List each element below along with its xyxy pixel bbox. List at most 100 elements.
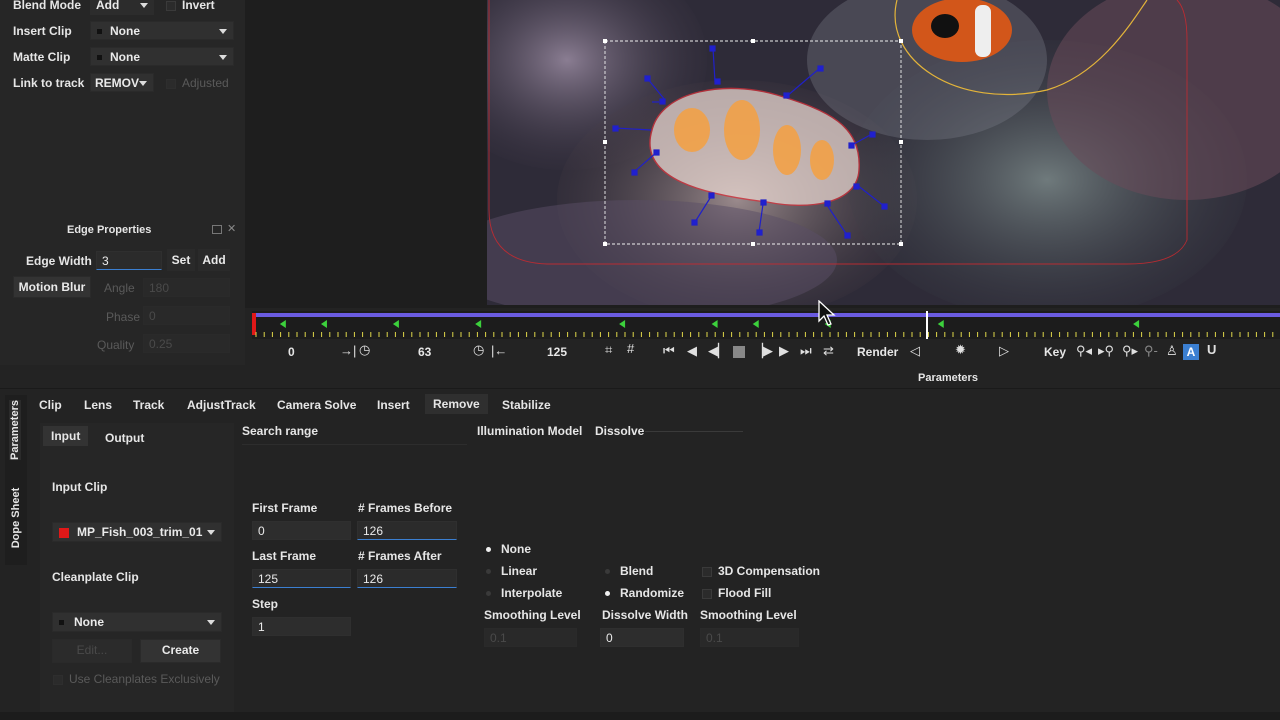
viewer-canvas[interactable] [487,0,1280,305]
loop-icon[interactable]: ⇄ [823,343,834,359]
keyframe-marker[interactable] [937,320,944,328]
radio-none[interactable]: None [486,542,531,556]
illumination-smoothing-field[interactable]: 0.1 [484,628,577,647]
add-button[interactable]: Add [198,249,230,271]
current-frame-label: 63 [418,345,432,359]
render-backward-icon[interactable]: ◁ [910,343,920,359]
tab-camera-solve[interactable]: Camera Solve [269,395,364,415]
key-all-icon[interactable]: ♙ [1166,343,1178,359]
radio-selected-icon [605,591,610,597]
cleanplate-clip-dropdown[interactable]: None [52,612,222,632]
radio-blend[interactable]: Blend [605,564,653,578]
tab-track[interactable]: Track [125,395,172,415]
link-to-track-label: Link to track [13,76,85,90]
tab-insert[interactable]: Insert [369,395,418,415]
render-forward-icon[interactable]: ▷ [999,343,1009,359]
frames-after-field[interactable]: 126 [357,569,457,588]
radio-interpolate[interactable]: Interpolate [486,586,562,600]
blend-mode-dropdown[interactable]: Add [90,0,154,15]
edge-width-field[interactable]: 3 [96,251,162,270]
fit-range-icon[interactable]: ⌗ [605,342,612,358]
link-to-track-dropdown[interactable]: REMOV [90,73,154,92]
play-forward-icon[interactable]: ▕▶ [753,343,773,359]
keyframe-marker[interactable] [320,320,327,328]
quality-field[interactable]: 0.25 [143,334,230,353]
delete-key-icon[interactable]: ⚲- [1144,343,1158,359]
first-frame-field[interactable]: 0 [252,521,351,540]
dissolve-width-field[interactable]: 0 [600,628,684,647]
radio-none-label: None [501,542,531,556]
matte-clip-dropdown[interactable]: None [90,47,234,66]
clock-out-icon[interactable]: ◷ [473,342,484,358]
tab-clip[interactable]: Clip [31,395,70,415]
keyframe-marker[interactable] [279,320,286,328]
checkbox-icon [166,78,176,89]
timeline[interactable] [252,311,1280,339]
lock-key-icon[interactable]: U [1207,342,1216,357]
flood-fill-checkbox[interactable]: Flood Fill [702,586,771,600]
float-panel-icon[interactable] [212,225,222,234]
tab-stabilize[interactable]: Stabilize [494,395,559,415]
keyframe-marker[interactable] [1133,320,1140,328]
add-key-icon[interactable]: ▸⚲ [1098,343,1114,359]
keyframe-marker[interactable] [711,320,718,328]
grid-icon[interactable]: # [627,341,634,356]
step-forward-icon[interactable]: ▶ [779,343,789,359]
radio-randomize[interactable]: Randomize [605,586,684,600]
phase-label: Phase [106,310,141,324]
playhead[interactable] [926,311,929,339]
keyframe-marker[interactable] [392,320,399,328]
dissolve-title: Dissolve [595,424,645,438]
angle-field[interactable]: 180 [143,278,230,297]
keyframe-marker[interactable] [619,320,626,328]
use-cleanplates-checkbox[interactable]: Use Cleanplates Exclusively [53,672,220,686]
edit-button[interactable]: Edit... [52,639,132,663]
last-frame-label: Last Frame [252,549,317,563]
radio-linear[interactable]: Linear [486,564,537,578]
invert-checkbox[interactable]: Invert [166,0,215,12]
tab-lens[interactable]: Lens [76,395,120,415]
input-clip-dropdown[interactable]: MP_Fish_003_trim_01 [52,522,222,542]
bottom-edge [0,712,1280,720]
insert-clip-dropdown[interactable]: None [90,21,234,40]
chevron-down-icon [140,3,148,8]
set-button[interactable]: Set [167,249,195,271]
clip-color-swatch [59,527,69,538]
clock-in-icon[interactable]: ◷ [359,342,370,358]
step-back-icon[interactable]: ◀ [687,343,697,359]
tab-parameters-vertical[interactable]: Parameters [9,400,21,460]
keyframe-marker[interactable] [752,320,759,328]
create-button[interactable]: Create [140,639,221,663]
step-field[interactable]: 1 [252,617,351,636]
tab-adjusttrack[interactable]: AdjustTrack [179,395,264,415]
set-in-point-icon[interactable]: →| [340,343,356,358]
autokey-icon[interactable]: A [1183,344,1199,360]
prev-key-icon[interactable]: ⚲◂ [1076,343,1092,359]
compensation-3d-checkbox[interactable]: 3D Compensation [702,564,820,578]
set-out-point-icon[interactable]: |← [491,343,507,358]
end-frame-label: 125 [547,345,568,359]
stop-icon[interactable] [733,346,745,358]
frames-before-field[interactable]: 126 [357,521,457,540]
close-icon[interactable]: ✕ [227,222,236,235]
tab-remove[interactable]: Remove [425,394,488,414]
mouse-cursor-icon [818,300,836,326]
render-settings-icon[interactable]: ✹ [955,342,966,358]
key-label: Key [1044,345,1067,359]
tab-dope-sheet-vertical[interactable]: Dope Sheet [10,484,22,552]
radio-blend-label: Blend [620,564,654,578]
compensation-smoothing-field[interactable]: 0.1 [700,628,799,647]
tab-input[interactable]: Input [43,426,89,446]
go-to-end-icon[interactable]: ⏭ [800,343,812,359]
go-to-start-icon[interactable]: ⏮ [663,343,675,359]
viewer-image[interactable] [487,0,1280,305]
adjusted-checkbox[interactable]: Adjusted [166,76,229,90]
keyframe-marker[interactable] [475,320,482,328]
last-frame-field[interactable]: 125 [252,569,351,588]
next-key-icon[interactable]: ⚲▸ [1122,343,1138,359]
play-backward-icon[interactable]: ◀▏ [708,343,728,359]
clip-color-swatch [97,29,102,35]
phase-field[interactable]: 0 [143,306,230,325]
tab-output[interactable]: Output [97,428,152,448]
motion-blur-button[interactable]: Motion Blur [13,276,91,298]
